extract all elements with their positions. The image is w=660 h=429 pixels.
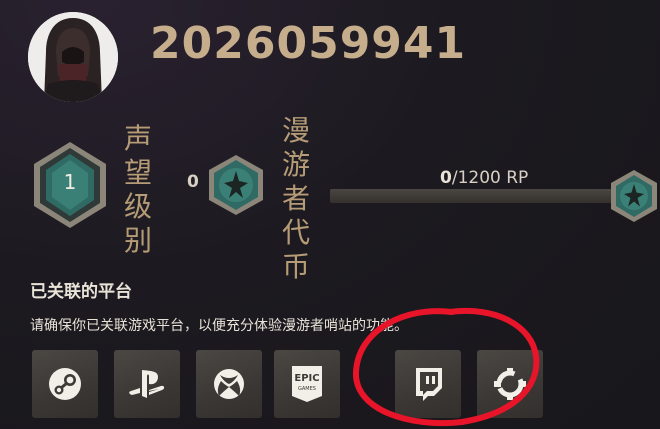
rp-progress-bar (330, 189, 612, 203)
platform-steam-button[interactable] (32, 350, 98, 418)
epic-games-icon: EPIC GAMES (292, 366, 322, 402)
wanderer-token-icon (206, 153, 266, 221)
linked-platforms-title: 已关联的平台 (30, 282, 132, 302)
renown-level-value: 1 (63, 170, 77, 194)
rp-total: /1200 RP (451, 168, 529, 188)
playstation-icon (129, 370, 165, 398)
user-id: 2026059941 (150, 18, 467, 69)
steam-icon (49, 368, 81, 400)
epic-games-text-top: EPIC (294, 373, 319, 384)
platform-epic-games-button[interactable]: EPIC GAMES (274, 350, 340, 418)
platform-twitch-button[interactable] (395, 350, 461, 418)
linked-platforms-description: 请确保你已关联游戏平台，以便充分体验漫游者哨站的功能。 (30, 318, 408, 334)
broken-gear-icon (494, 368, 526, 400)
rp-progress-text: 0/1200 RP (440, 168, 528, 188)
wanderer-token-label: 漫游者代币 (281, 114, 310, 283)
rp-current: 0 (440, 168, 452, 188)
wanderer-token-count: 0 (187, 172, 199, 192)
hooded-figure-avatar (28, 12, 118, 102)
rp-reward-icon (609, 168, 659, 228)
platform-other-button[interactable] (477, 350, 543, 418)
xbox-icon (214, 369, 244, 399)
epic-games-text-bottom: GAMES (298, 386, 316, 392)
avatar[interactable] (28, 12, 118, 102)
renown-level-label: 声望级别 (123, 122, 152, 257)
platform-playstation-button[interactable] (114, 350, 180, 418)
renown-level-badge: 1 (30, 140, 110, 234)
twitch-icon (416, 368, 442, 401)
platform-xbox-button[interactable] (196, 350, 262, 418)
